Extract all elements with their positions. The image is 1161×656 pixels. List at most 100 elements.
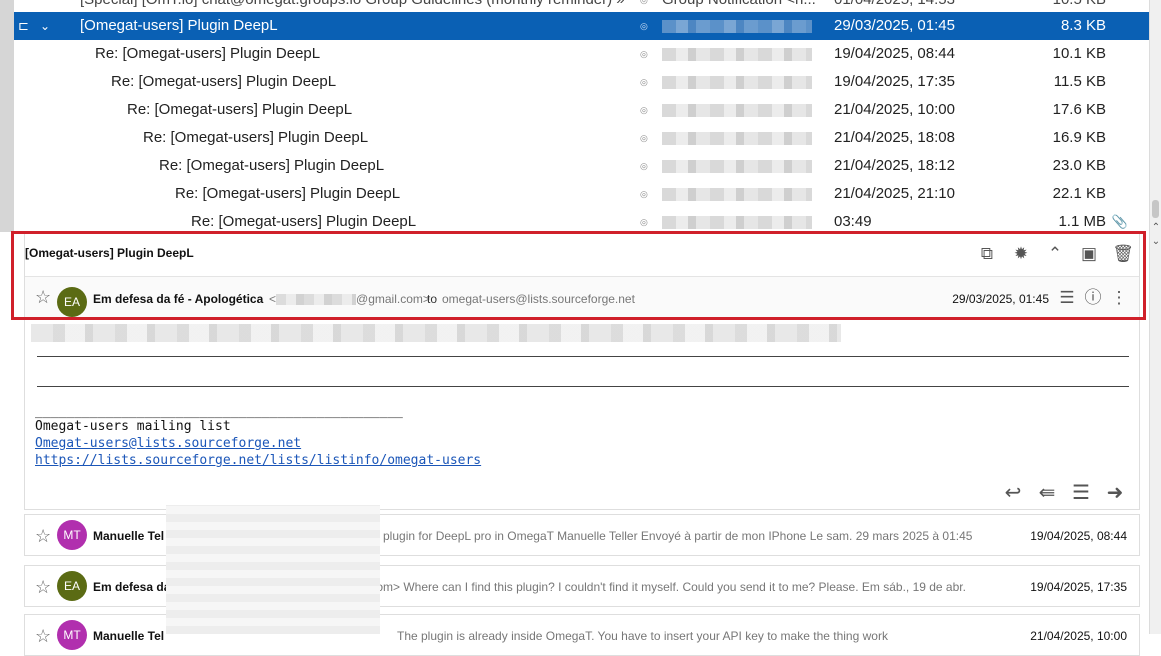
message-date: 29/03/2025, 01:45 [952,292,1049,306]
message-subject: [Omegat-users] Plugin DeepL [80,17,278,34]
star-icon[interactable]: ☆ [35,526,51,547]
list-icon[interactable]: ☰ [1057,286,1077,308]
table-row[interactable]: Re: [Omegat-users] Plugin DeepL ◎ 21/04/… [14,96,1150,124]
message-subject: Re: [Omegat-users] Plugin DeepL [111,73,337,90]
star-icon[interactable]: ☆ [35,626,51,647]
message-date: 21/04/2025, 10:00 [1030,629,1127,643]
table-row-selected[interactable]: ⊏ ⌄ [Omegat-users] Plugin DeepL ◎ 29/03/… [14,12,1150,40]
divider [37,356,1129,357]
message-date: 21/04/2025, 18:08 [834,129,955,146]
chevron-up-icon[interactable]: ⌃ [1150,222,1161,234]
message-preview: The plugin is already inside OmegaT. You… [397,629,888,643]
sender-email-redacted [276,294,357,306]
avatar: MT [57,620,87,650]
message-subject: Re: [Omegat-users] Plugin DeepL [95,45,321,62]
star-icon[interactable]: ☆ [35,287,51,308]
read-status-icon[interactable]: ◎ [640,12,648,40]
message-date: 29/03/2025, 01:45 [834,17,955,34]
table-row[interactable]: Re: [Omegat-users] Plugin DeepL ◎ 21/04/… [14,124,1150,152]
message-title: [Omegat-users] Plugin DeepL [25,246,194,260]
footer-separator: ________________________________________… [35,404,403,419]
header-actions: ☰ ⓘ ⋮ [1057,286,1129,308]
info-icon[interactable]: ⓘ [1083,286,1103,308]
star-icon[interactable]: ☆ [35,577,51,598]
footer-list-name: Omegat-users mailing list [35,419,231,434]
open-in-new-icon[interactable]: ⧉ [977,242,997,264]
reply-all-icon[interactable]: ⇚ [1037,482,1057,504]
table-row[interactable]: Re: [Omegat-users] Plugin DeepL ◎ 19/04/… [14,40,1150,68]
message-date: 19/04/2025, 08:44 [1030,529,1127,543]
message-date: 21/04/2025, 21:10 [834,185,955,202]
scrollbar[interactable]: ⌃ ⌄ [1149,0,1161,634]
message-size: 8.3 KB [1060,17,1106,34]
table-row[interactable]: Re: [Omegat-users] Plugin DeepL ◎ 19/04/… [14,68,1150,96]
sender-name: Manuelle Tel [93,529,165,543]
read-status-icon[interactable]: ◎ [640,208,648,232]
message-date: 19/04/2025, 08:44 [834,45,955,62]
message-view: [Omegat-users] Plugin DeepL ⧉ ✹ ⌃ ▣ 🗑 ☆ … [24,232,1140,510]
message-size: 22.1 KB [1052,185,1106,202]
sender-email[interactable]: < @gmail.com> [269,292,430,306]
message-date: 19/04/2025, 17:35 [1030,580,1127,594]
sender-email-domain: @gmail.com> [356,292,430,306]
footer-list-email: Omegat-users@lists.sourceforge.net [35,436,301,451]
avatar: EA [57,287,87,317]
footer-list-url: https://lists.sourceforge.net/lists/list… [35,453,481,468]
mailing-list-email-link[interactable]: Omegat-users@lists.sourceforge.net [35,436,301,451]
chevron-down-icon[interactable]: ⌄ [1150,236,1161,248]
message-size: 16.9 KB [1052,129,1106,146]
sender-name[interactable]: Em defesa da fé - Apologética [93,292,263,306]
chevron-up-icon[interactable]: ⌃ [1045,242,1065,264]
avatar: MT [57,520,87,550]
sender-email-open: < [269,292,277,306]
mailing-list-url-link[interactable]: https://lists.sourceforge.net/lists/list… [35,453,481,468]
avatar: EA [57,571,87,601]
message-preview: plugin for DeepL pro in OmegaT Manuelle … [383,529,973,543]
message-sender-redacted [662,48,812,61]
table-row[interactable]: Re: [Omegat-users] Plugin DeepL ◎ 21/04/… [14,152,1150,180]
sender-name: Em defesa da [93,580,171,594]
read-status-icon[interactable]: ◎ [640,152,648,180]
sender-name: Manuelle Tel [93,629,165,643]
message-sender-redacted [662,20,812,33]
chevron-down-icon[interactable]: ⌄ [40,12,50,40]
redacted-area [166,505,380,634]
reply-icon[interactable]: ↩ [1003,482,1023,504]
message-subject: Re: [Omegat-users] Plugin DeepL [143,129,369,146]
paperclip-icon: 📎 [1111,214,1128,229]
message-subject: Re: [Omegat-users] Plugin DeepL [127,101,353,118]
thread-icon[interactable]: ⊏ [18,12,29,40]
gear-icon[interactable]: ✹ [1011,242,1031,264]
divider [37,386,1129,387]
list-icon[interactable]: ☰ [1071,482,1091,504]
archive-icon[interactable]: ▣ [1079,242,1099,264]
redacted-text [31,324,841,342]
message-size: 1.1 MB [1058,213,1106,230]
reply-toolbar: ↩ ⇚ ☰ ➜ [1003,482,1125,504]
forward-icon[interactable]: ➜ [1105,482,1125,504]
message-date: 03:49 [834,213,872,230]
message-sender-redacted [662,104,812,117]
message-date: 21/04/2025, 18:12 [834,157,955,174]
table-row[interactable]: Re: [Omegat-users] Plugin DeepL ◎ 21/04/… [14,180,1150,208]
read-status-icon[interactable]: ◎ [640,180,648,208]
read-status-icon[interactable]: ◎ [640,124,648,152]
message-toolbar: ⧉ ✹ ⌃ ▣ 🗑 [977,242,1134,264]
trash-icon[interactable]: 🗑 [1112,242,1134,264]
read-status-icon[interactable]: ◎ [640,68,648,96]
more-vertical-icon[interactable]: ⋮ [1109,286,1129,308]
read-status-icon[interactable]: ◎ [640,96,648,124]
message-header: ☆ EA Em defesa da fé - Apologética < @gma… [25,276,1139,320]
message-date: 19/04/2025, 17:35 [834,73,955,90]
message-subject: Re: [Omegat-users] Plugin DeepL [159,157,385,174]
message-size: 17.6 KB [1052,101,1106,118]
message-sender-redacted [662,76,812,89]
message-sender-redacted [662,132,812,145]
message-size: 11.5 KB [1053,73,1106,90]
scrollbar-thumb[interactable] [1152,200,1159,218]
read-status-icon[interactable]: ◎ [640,40,648,68]
message-subject: Re: [Omegat-users] Plugin DeepL [175,185,401,202]
table-row[interactable]: Re: [Omegat-users] Plugin DeepL ◎ 03:49 … [14,208,1150,232]
message-size: 23.0 KB [1052,157,1106,174]
recipient-email[interactable]: omegat-users@lists.sourceforge.net [442,292,635,306]
